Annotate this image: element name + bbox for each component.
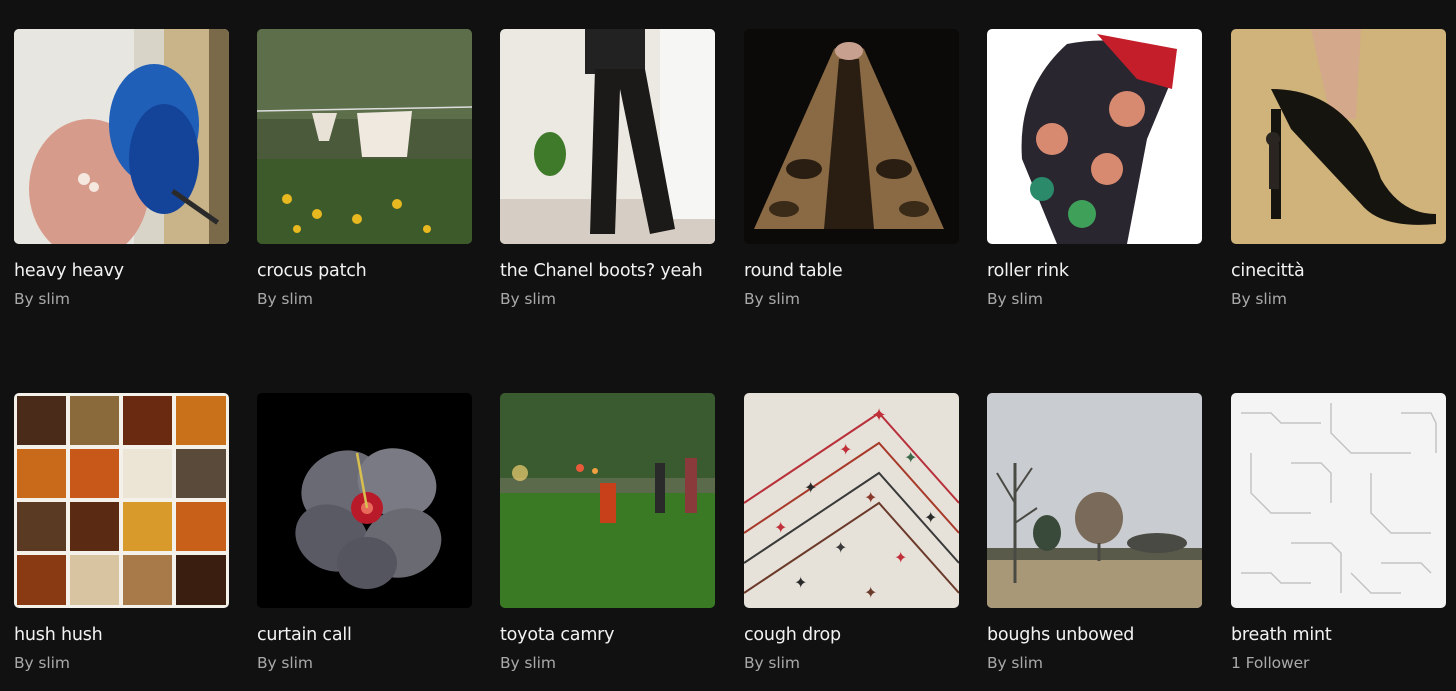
svg-text:✦: ✦ <box>864 488 877 507</box>
collection-title[interactable]: curtain call <box>257 622 472 649</box>
collection-card[interactable]: boughs unbowed By slim <box>987 393 1202 674</box>
collection-author[interactable]: By slim <box>500 652 715 674</box>
collection-image <box>257 29 472 244</box>
svg-text:✦: ✦ <box>864 583 877 602</box>
collection-image: ✦ ✦ ✦ ✦ ✦ ✦ ✦ ✦ ✦ ✦ ✦ <box>744 393 959 608</box>
collection-author[interactable]: By slim <box>257 652 472 674</box>
collection-author[interactable]: By slim <box>1231 288 1446 310</box>
collection-thumbnail[interactable] <box>1231 29 1446 244</box>
collection-card[interactable]: round table By slim <box>744 29 959 310</box>
collection-card[interactable]: heavy heavy By slim <box>14 29 229 310</box>
collection-thumbnail[interactable] <box>987 29 1202 244</box>
collection-card[interactable]: ✦ ✦ ✦ ✦ ✦ ✦ ✦ ✦ ✦ ✦ ✦ cough drop By slim <box>744 393 959 674</box>
collection-author[interactable]: By slim <box>987 288 1202 310</box>
svg-text:✦: ✦ <box>794 573 807 592</box>
collection-title[interactable]: toyota camry <box>500 622 715 649</box>
collection-image <box>1231 393 1446 608</box>
collection-card[interactable]: the Chanel boots? yeah By slim <box>500 29 715 310</box>
collection-image <box>987 29 1202 244</box>
svg-text:✦: ✦ <box>804 478 817 497</box>
collection-image <box>987 393 1202 608</box>
collection-card[interactable]: hush hush By slim <box>14 393 229 674</box>
collection-title[interactable]: cinecittà <box>1231 258 1446 285</box>
collection-author[interactable]: By slim <box>14 652 229 674</box>
collection-author[interactable]: By slim <box>257 288 472 310</box>
collection-author[interactable]: By slim <box>14 288 229 310</box>
collection-author[interactable]: By slim <box>500 288 715 310</box>
collection-card[interactable]: cinecittà By slim <box>1231 29 1446 310</box>
svg-text:✦: ✦ <box>871 405 886 426</box>
collection-image <box>257 393 472 608</box>
collection-title[interactable]: the Chanel boots? yeah <box>500 258 715 285</box>
collection-title[interactable]: crocus patch <box>257 258 472 285</box>
collection-title[interactable]: heavy heavy <box>14 258 229 285</box>
collection-author[interactable]: By slim <box>987 652 1202 674</box>
collection-thumbnail[interactable] <box>257 393 472 608</box>
collection-thumbnail[interactable] <box>14 29 229 244</box>
collection-image <box>1231 29 1446 244</box>
collection-follower-count[interactable]: 1 Follower <box>1231 652 1446 674</box>
svg-text:✦: ✦ <box>839 440 852 459</box>
svg-text:✦: ✦ <box>904 448 917 467</box>
collection-thumbnail[interactable] <box>1231 393 1446 608</box>
collection-author[interactable]: By slim <box>744 652 959 674</box>
svg-text:✦: ✦ <box>834 538 847 557</box>
collection-card[interactable]: breath mint 1 Follower <box>1231 393 1446 674</box>
collection-thumbnail[interactable] <box>257 29 472 244</box>
collection-title[interactable]: hush hush <box>14 622 229 649</box>
svg-text:✦: ✦ <box>924 508 937 527</box>
collection-card[interactable]: crocus patch By slim <box>257 29 472 310</box>
collection-image <box>14 393 229 608</box>
collection-image <box>500 29 715 244</box>
collection-card[interactable]: curtain call By slim <box>257 393 472 674</box>
collection-title[interactable]: roller rink <box>987 258 1202 285</box>
collection-thumbnail[interactable] <box>14 393 229 608</box>
collection-thumbnail[interactable] <box>744 29 959 244</box>
collection-title[interactable]: boughs unbowed <box>987 622 1202 649</box>
collection-thumbnail[interactable] <box>987 393 1202 608</box>
collection-author[interactable]: By slim <box>744 288 959 310</box>
collection-thumbnail[interactable] <box>500 29 715 244</box>
collection-thumbnail[interactable]: ✦ ✦ ✦ ✦ ✦ ✦ ✦ ✦ ✦ ✦ ✦ <box>744 393 959 608</box>
svg-text:✦: ✦ <box>774 518 787 537</box>
collection-thumbnail[interactable] <box>500 393 715 608</box>
collection-image <box>14 29 229 244</box>
svg-text:✦: ✦ <box>894 548 907 567</box>
collection-card[interactable]: roller rink By slim <box>987 29 1202 310</box>
collection-image <box>744 29 959 244</box>
collection-card[interactable]: toyota camry By slim <box>500 393 715 674</box>
collection-title[interactable]: round table <box>744 258 959 285</box>
collection-image <box>500 393 715 608</box>
collection-title[interactable]: cough drop <box>744 622 959 649</box>
collection-title[interactable]: breath mint <box>1231 622 1446 649</box>
